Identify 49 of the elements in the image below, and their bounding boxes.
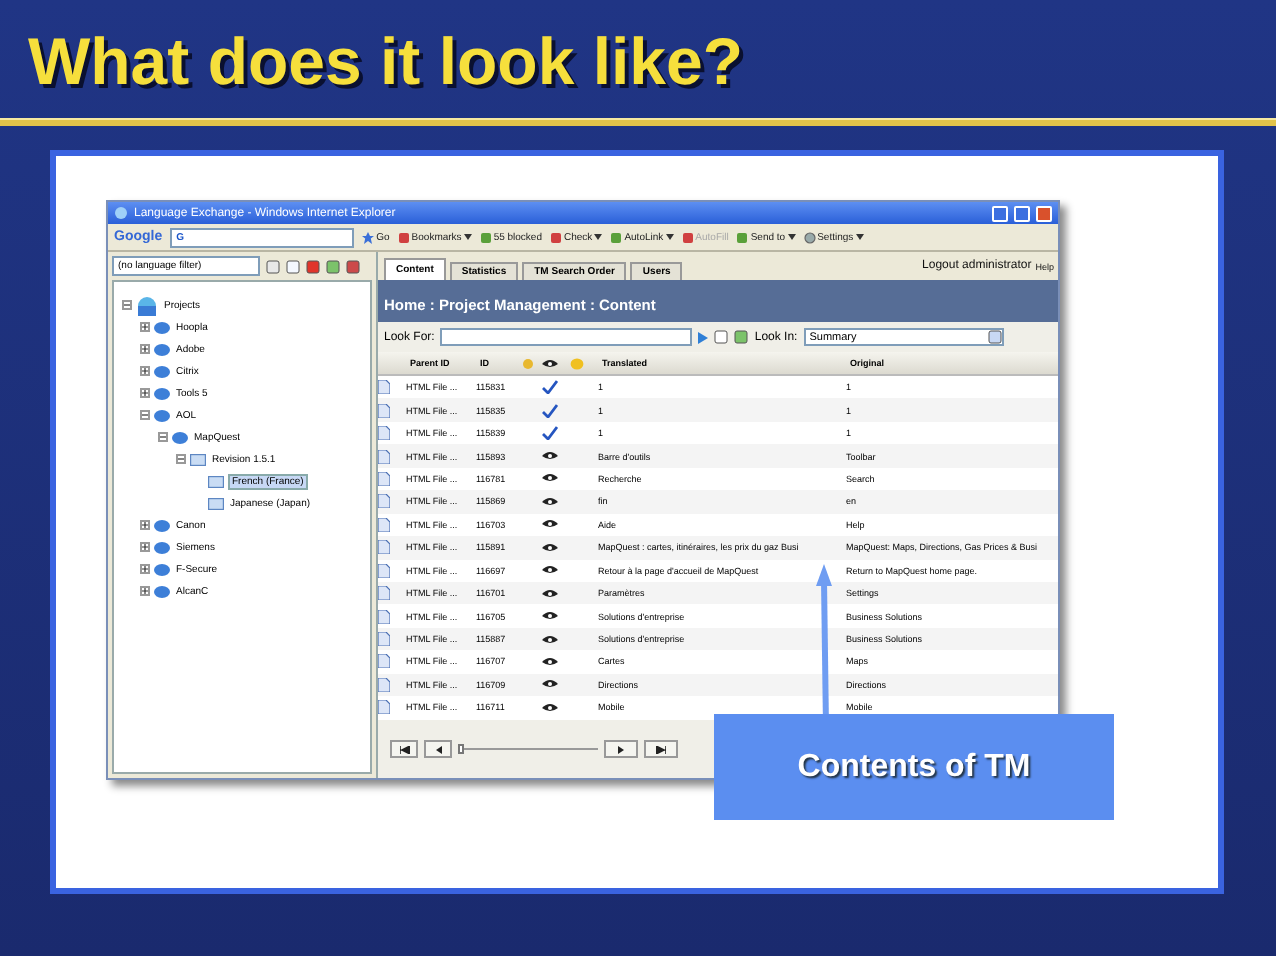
expand-toggle[interactable] xyxy=(140,564,150,574)
slide-title: What does it look like? xyxy=(28,22,746,102)
eye-icon xyxy=(542,357,558,369)
next-icon xyxy=(618,745,624,753)
expand-toggle[interactable] xyxy=(140,388,150,398)
expand-toggle[interactable] xyxy=(140,520,150,530)
expand-toggle[interactable] xyxy=(176,454,186,464)
callout-label: Contents of TM xyxy=(714,714,1114,820)
caret-icon xyxy=(665,234,674,240)
page-slider[interactable] xyxy=(458,744,598,754)
next-page-button[interactable] xyxy=(604,740,638,758)
eye-icon xyxy=(542,633,558,646)
eye-icon xyxy=(542,495,558,508)
minimize-button[interactable] xyxy=(992,205,1008,221)
eye-icon xyxy=(542,541,558,554)
browser-icon xyxy=(114,206,128,220)
expand-toggle[interactable] xyxy=(140,344,150,354)
expand-toggle[interactable] xyxy=(140,542,150,552)
previous-page-button[interactable] xyxy=(424,740,452,758)
caret-icon xyxy=(787,234,796,240)
play-icon[interactable] xyxy=(698,331,709,343)
eye-icon xyxy=(542,610,558,623)
maximize-button[interactable] xyxy=(1014,205,1030,221)
star-icon xyxy=(362,231,375,243)
last-page-button[interactable] xyxy=(644,740,678,758)
previous-icon xyxy=(435,745,441,753)
first-page-button[interactable] xyxy=(390,740,418,758)
first-icon xyxy=(399,745,409,753)
eye-icon xyxy=(542,518,558,531)
eye-icon xyxy=(542,450,558,463)
caret-icon xyxy=(594,234,603,240)
close-button[interactable] xyxy=(1036,205,1052,221)
expand-toggle[interactable] xyxy=(158,432,168,442)
eye-icon xyxy=(542,655,558,668)
expand-toggle[interactable] xyxy=(140,366,150,376)
last-icon xyxy=(656,745,666,753)
caret-icon xyxy=(855,234,864,240)
eye-icon xyxy=(542,678,558,691)
eye-icon xyxy=(542,587,558,600)
expand-toggle[interactable] xyxy=(140,322,150,332)
caret-icon xyxy=(463,234,472,240)
slider-thumb[interactable] xyxy=(458,744,464,754)
expand-toggle[interactable] xyxy=(140,410,150,420)
look-for-field[interactable] xyxy=(440,328,693,346)
eye-icon xyxy=(542,701,558,714)
expand-toggle[interactable] xyxy=(140,586,150,596)
expand-toggle[interactable] xyxy=(122,300,132,310)
eye-icon xyxy=(542,472,558,485)
eye-icon xyxy=(542,564,558,577)
